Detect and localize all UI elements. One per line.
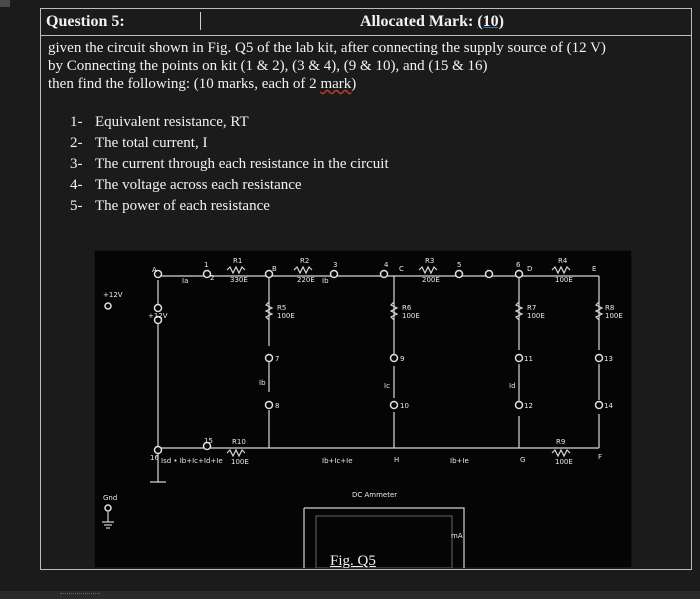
node-b: B — [272, 265, 277, 273]
r1-label: R1 — [233, 257, 242, 265]
allocated-value: (10) — [477, 13, 504, 30]
task-text: The current through each resistance in t… — [95, 156, 389, 172]
task-text: The power of each resistance — [95, 198, 270, 214]
current-label-a: Ia — [182, 277, 188, 285]
current-label-b: Ib — [322, 277, 329, 285]
r5-label: R5 — [277, 304, 286, 312]
bottom-current-3: Ib+Ie — [450, 457, 469, 465]
question-intro: given the circuit shown in Fig. Q5 of th… — [48, 39, 688, 93]
ground-label: Gnd — [103, 494, 117, 502]
task-item: 1- Equivalent resistance, RT — [70, 112, 389, 133]
intro-line-3-text: then find the following: (10 marks, each… — [48, 76, 321, 92]
task-item: 5- The power of each resistance — [70, 196, 389, 217]
r1-value: 330E — [230, 276, 248, 284]
task-text: The total current, I — [95, 135, 208, 151]
pin-6: 6 — [516, 261, 521, 269]
r6-value: 100E — [402, 312, 420, 320]
intro-line-3: then find the following: (10 marks, each… — [48, 75, 688, 93]
pin-3: 3 — [333, 261, 337, 269]
current-label-b-left: Ib — [259, 379, 266, 387]
node-e: E — [592, 265, 596, 273]
intro-line-2: by Connecting the points on kit (1 & 2),… — [48, 58, 488, 74]
header-divider — [200, 12, 201, 30]
r9-value: 100E — [555, 458, 573, 466]
node-d: D — [527, 265, 532, 273]
supply-label-small: +12V — [148, 312, 168, 320]
pin-11: 11 — [524, 355, 533, 363]
pin-13: 13 — [604, 355, 613, 363]
r8-value: 100E — [605, 312, 623, 320]
figure-caption: Fig. Q5 — [330, 553, 376, 569]
pin-12: 12 — [524, 402, 533, 410]
r7-value: 100E — [527, 312, 545, 320]
ammeter-unit: mA — [451, 532, 463, 540]
r2-value: 220E — [297, 276, 315, 284]
task-number: 1- — [70, 114, 83, 130]
node-a: A — [152, 266, 157, 274]
ammeter-label: DC Ammeter — [352, 491, 397, 499]
pin-7: 7 — [275, 355, 279, 363]
bottom-bar — [0, 591, 700, 599]
r8-label: R8 — [605, 304, 614, 312]
current-label-d: Id — [509, 382, 516, 390]
intro-line-3-close: ) — [351, 76, 357, 92]
r6-label: R6 — [402, 304, 412, 312]
corner-marker — [0, 0, 10, 7]
task-number: 4- — [70, 177, 83, 193]
r5-value: 100E — [277, 312, 295, 320]
pin-10: 10 — [400, 402, 409, 410]
pin-2: 2 — [210, 274, 214, 282]
task-text: Equivalent resistance, RT — [95, 114, 249, 130]
task-text: The voltage across each resistance — [95, 177, 302, 193]
intro-mark-word: mark — [320, 76, 352, 92]
current-label-c: Ic — [384, 382, 390, 390]
pin-1: 1 — [204, 261, 208, 269]
r9-label: R9 — [556, 438, 565, 446]
pin-5: 5 — [457, 261, 461, 269]
pin-15: 15 — [204, 437, 213, 445]
r3-value: 200E — [422, 276, 440, 284]
node-f: F — [598, 453, 602, 461]
bottom-bar-marks — [60, 593, 100, 597]
node-g: G — [520, 456, 525, 464]
r3-label: R3 — [425, 257, 434, 265]
task-number: 3- — [70, 156, 83, 172]
pin-4: 4 — [384, 261, 389, 269]
question-label: Question 5: — [46, 13, 125, 30]
task-number: 2- — [70, 135, 83, 151]
supply-label: +12V — [103, 291, 123, 299]
bottom-current-2: Ib+Ic+Ie — [322, 457, 353, 465]
r7-label: R7 — [527, 304, 536, 312]
pin-9: 9 — [400, 355, 404, 363]
intro-line-1: given the circuit shown in Fig. Q5 of th… — [48, 40, 606, 56]
task-item: 2- The total current, I — [70, 133, 389, 154]
task-item: 4- The voltage across each resistance — [70, 175, 389, 196]
task-item: 3- The current through each resistance in… — [70, 154, 389, 175]
r10-label: R10 — [232, 438, 246, 446]
task-number: 5- — [70, 198, 83, 214]
r4-value: 100E — [555, 276, 573, 284]
question-header: Question 5: Allocated Mark: (10) — [40, 8, 692, 36]
node-h: H — [394, 456, 399, 464]
r10-value: 100E — [231, 458, 249, 466]
allocated-mark: Allocated Mark: (10) — [360, 13, 504, 31]
pin-14: 14 — [604, 402, 613, 410]
r4-label: R4 — [558, 257, 568, 265]
circuit-background — [94, 250, 632, 568]
task-list: 1- Equivalent resistance, RT 2- The total … — [70, 112, 389, 217]
node-c: C — [399, 265, 404, 273]
allocated-label: Allocated Mark: — [360, 13, 474, 30]
bottom-current-1: Isd • Ib+Ic+Id+Ie — [161, 457, 223, 465]
r2-label: R2 — [300, 257, 309, 265]
pin-16: 16 — [150, 454, 159, 462]
circuit-figure: +12V +12V Gnd DC Ammeter mA A B C D E F … — [94, 250, 632, 568]
pin-8: 8 — [275, 402, 279, 410]
